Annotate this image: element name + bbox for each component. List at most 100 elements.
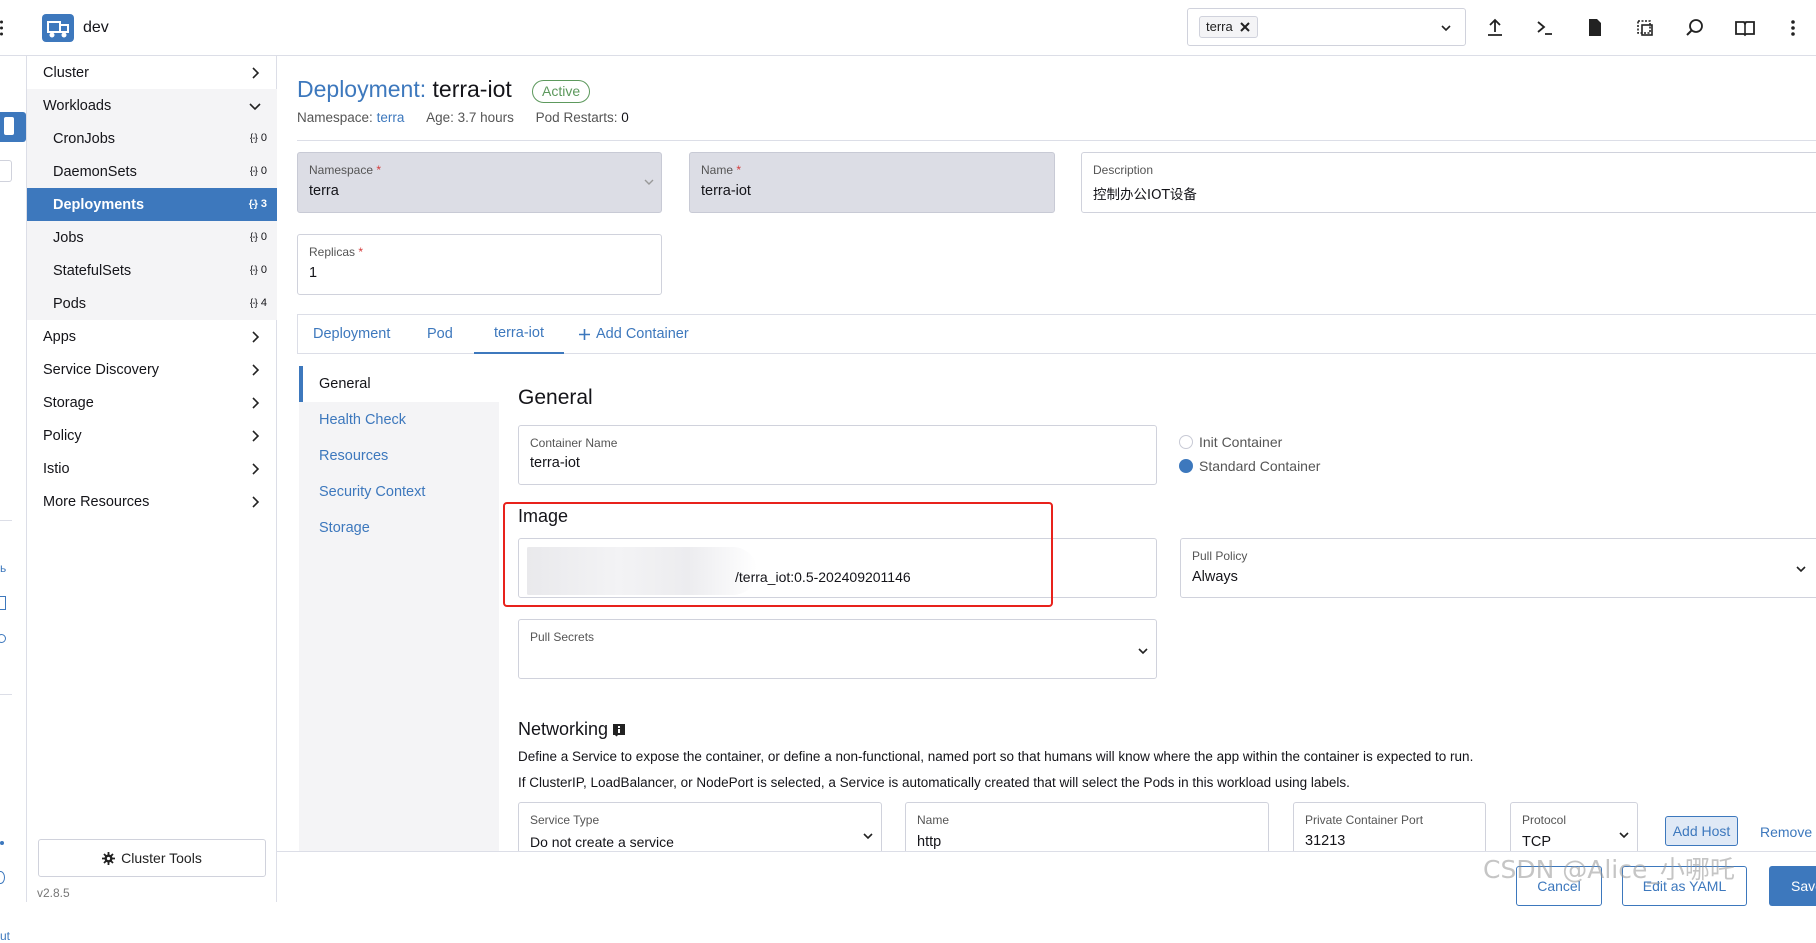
sidebar-item-cluster[interactable]: Cluster: [27, 56, 277, 89]
remove-link[interactable]: Remove: [1760, 824, 1812, 840]
rail-icon[interactable]: [0, 871, 5, 884]
side-tab-general[interactable]: General: [299, 366, 499, 402]
sidebar-item-workloads[interactable]: Workloads: [27, 89, 277, 122]
sidebar-item-cronjobs[interactable]: CronJobs {-} 0: [27, 122, 277, 155]
namespace-meta-label: Namespace:: [297, 110, 373, 125]
status-badge: Active: [532, 80, 591, 103]
rail-item[interactable]: [0, 160, 12, 182]
init-container-radio[interactable]: Init Container: [1179, 434, 1282, 450]
sidebar-item-storage[interactable]: Storage: [27, 386, 277, 419]
sidebar-item-label: Apps: [43, 328, 77, 345]
rail-active-item[interactable]: [0, 112, 26, 142]
cluster-tools-label: Cluster Tools: [121, 850, 202, 866]
item-count: 3: [260, 198, 267, 210]
replicas-field[interactable]: Replicas * 1: [297, 234, 662, 295]
sidebar-item-label: Istio: [43, 460, 70, 477]
tab-deployment[interactable]: Deployment: [313, 314, 390, 354]
chevron-down-icon: [1136, 644, 1150, 658]
menu-icon[interactable]: [0, 18, 6, 38]
service-type-label: Service Type: [530, 813, 600, 827]
sidebar-item-service-discovery[interactable]: Service Discovery: [27, 353, 277, 386]
standard-container-radio[interactable]: Standard Container: [1179, 458, 1320, 474]
sidebar-item-policy[interactable]: Policy: [27, 419, 277, 452]
side-tab-label: Storage: [319, 520, 370, 536]
info-icon[interactable]: [612, 723, 626, 737]
chevron-down-icon: [247, 98, 263, 114]
rail-icon[interactable]: ь: [0, 561, 6, 575]
sidebar-item-more-resources[interactable]: More Resources: [27, 485, 277, 518]
add-host-button[interactable]: Add Host: [1665, 816, 1738, 846]
container-name-field[interactable]: Container Name terra-iot: [518, 425, 1157, 485]
book-icon[interactable]: [1731, 14, 1759, 42]
namespace-chip-label: terra: [1206, 19, 1233, 34]
standard-container-label: Standard Container: [1199, 458, 1321, 474]
chevron-right-icon: [247, 428, 263, 444]
side-tab-security-context[interactable]: Security Context: [299, 474, 499, 510]
namespace-select: Namespace * terra: [297, 152, 662, 213]
rail-icon[interactable]: [0, 596, 6, 610]
namespace-link[interactable]: terra: [377, 110, 405, 125]
cluster-name[interactable]: dev: [83, 19, 109, 37]
version-label: v2.8.5: [37, 886, 70, 900]
highlight-box: [503, 502, 1053, 607]
replicas-field-value: 1: [309, 265, 318, 281]
sidebar-item-label: Deployments: [53, 196, 145, 213]
description-field-value: 控制办公IOT设备: [1093, 187, 1197, 203]
chevron-right-icon: [247, 65, 263, 81]
add-container-button[interactable]: Add Container: [578, 314, 689, 354]
save-button[interactable]: Save: [1769, 866, 1816, 906]
service-type-select[interactable]: Service Type Do not create a service: [518, 802, 882, 857]
sidebar-item-statefulsets[interactable]: StatefulSets {-} 0: [27, 254, 277, 287]
chevron-right-icon: [247, 461, 263, 477]
side-tab-storage[interactable]: Storage: [299, 510, 499, 546]
protocol-label: Protocol: [1522, 813, 1567, 827]
description-field-label: Description: [1093, 163, 1154, 177]
chevron-right-icon: [247, 362, 263, 378]
chevron-right-icon: [247, 329, 263, 345]
sidebar-item-label: Pods: [53, 295, 87, 312]
pull-secrets-select[interactable]: Pull Secrets: [518, 619, 1157, 679]
pull-policy-label: Pull Policy: [1192, 549, 1248, 563]
pull-secrets-label: Pull Secrets: [530, 630, 595, 644]
namespace-icon: {-}: [248, 198, 258, 210]
namespace-filter[interactable]: terra: [1187, 8, 1466, 46]
sidebar-item-apps[interactable]: Apps: [27, 320, 277, 353]
sidebar-item-daemonsets[interactable]: DaemonSets {-} 0: [27, 155, 277, 188]
chevron-down-icon: [1617, 828, 1631, 842]
rail-icon[interactable]: [0, 841, 4, 845]
rail-logout-label[interactable]: ut: [0, 929, 10, 943]
tab-terra-iot[interactable]: terra-iot: [474, 314, 564, 354]
general-heading: General: [518, 386, 593, 409]
networking-heading-label: Networking: [518, 719, 609, 739]
namespace-icon: {-}: [249, 264, 258, 276]
more-vertical-icon[interactable]: [1779, 14, 1807, 42]
sidebar-item-jobs[interactable]: Jobs {-} 0: [27, 221, 277, 254]
description-field[interactable]: Description 控制办公IOT设备: [1081, 152, 1816, 213]
protocol-select[interactable]: Protocol TCP: [1510, 802, 1638, 857]
file-icon[interactable]: [1581, 14, 1609, 42]
tab-label: Pod: [427, 326, 453, 342]
rail-icon[interactable]: [0, 634, 6, 643]
cluster-tools-button[interactable]: Cluster Tools: [38, 839, 266, 877]
terminal-icon[interactable]: [1531, 14, 1559, 42]
init-container-label: Init Container: [1199, 434, 1283, 450]
close-icon[interactable]: [1238, 20, 1252, 34]
copy-icon[interactable]: [1631, 14, 1659, 42]
search-icon[interactable]: [1681, 14, 1709, 42]
tab-pod[interactable]: Pod: [427, 314, 453, 354]
container-port-field[interactable]: Private Container Port 31213: [1293, 802, 1486, 857]
namespace-chip[interactable]: terra: [1199, 16, 1258, 38]
sidebar-item-label: Service Discovery: [43, 361, 160, 378]
side-tab-health-check[interactable]: Health Check: [299, 402, 499, 438]
sidebar-item-deployments[interactable]: Deployments {-} 3: [27, 188, 277, 221]
item-count: 0: [260, 165, 267, 177]
container-name-value: terra-iot: [530, 455, 580, 471]
upload-icon[interactable]: [1481, 14, 1509, 42]
side-tab-resources[interactable]: Resources: [299, 438, 499, 474]
sidebar-item-pods[interactable]: Pods {-} 4: [27, 287, 277, 320]
port-name-field[interactable]: Name http: [905, 802, 1269, 857]
pull-policy-select[interactable]: Pull Policy Always: [1180, 538, 1816, 598]
sidebar-item-istio[interactable]: Istio: [27, 452, 277, 485]
chevron-down-icon[interactable]: [1439, 21, 1453, 35]
name-field-value: terra-iot: [701, 183, 751, 199]
